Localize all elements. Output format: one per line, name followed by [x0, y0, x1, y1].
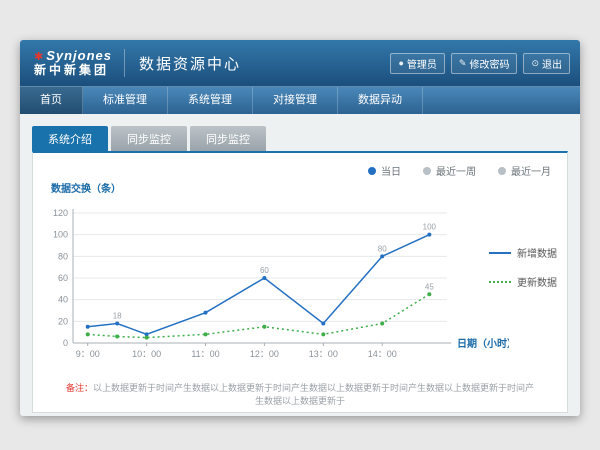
svg-text:20: 20 [58, 316, 68, 326]
radio-dot-icon [498, 167, 506, 175]
legend-update-data-label: 更新数据 [517, 274, 557, 289]
svg-text:40: 40 [58, 295, 68, 305]
user-icon: ● [398, 58, 403, 68]
tab-sync-monitor-1[interactable]: 同步监控 [111, 126, 187, 151]
brand-name: ✱Synjones [34, 49, 112, 63]
nav-item-home[interactable]: 首页 [20, 87, 83, 114]
svg-text:9：00: 9：00 [76, 349, 100, 359]
brand-star-icon: ✱ [34, 51, 44, 63]
change-password-button[interactable]: ✎ 修改密码 [451, 53, 518, 74]
tab-system-intro[interactable]: 系统介绍 [32, 126, 108, 151]
svg-text:13：00: 13：00 [309, 349, 338, 359]
header-actions: ● 管理员 ✎ 修改密码 ⊙ 退出 [390, 53, 570, 74]
footnote: 备注：以上数据更新于时间产生数据以上数据更新于时间产生数据以上数据更新于时间产生… [33, 381, 567, 407]
app-window: ✱Synjones 新中新集团 数据资源中心 ● 管理员 ✎ 修改密码 ⊙ 退出… [20, 40, 580, 416]
nav-item-connect-mgmt[interactable]: 对接管理 [253, 87, 338, 114]
tab-sync-monitor-2[interactable]: 同步监控 [190, 126, 266, 151]
series-legend: 新增数据 更新数据 [489, 245, 557, 289]
legend-new-data-label: 新增数据 [517, 245, 557, 260]
brand-subtitle: 新中新集团 [34, 64, 112, 77]
legend-option-today-label: 当日 [381, 163, 401, 178]
legend-option-last-week[interactable]: 最近一周 [423, 163, 476, 178]
svg-text:60: 60 [58, 273, 68, 283]
chart-area: 0 20 40 60 80 100 120 9：00 10：00 11：00 12：00 13：00 1… [33, 199, 567, 369]
period-legend: 当日 最近一周 最近一月 [33, 153, 567, 178]
logout-label: 退出 [542, 56, 562, 71]
legend-option-last-month[interactable]: 最近一月 [498, 163, 551, 178]
nav-item-system-mgmt[interactable]: 系统管理 [168, 87, 253, 114]
y-axis-title: 数据交换（条） [51, 180, 567, 195]
nav-item-data-change[interactable]: 数据异动 [338, 87, 423, 114]
chart-panel: 当日 最近一周 最近一月 数据交换（条） 0 20 40 60 80 100 120 9：00… [32, 151, 568, 413]
radio-dot-icon [368, 167, 376, 175]
line-chart: 0 20 40 60 80 100 120 9：00 10：00 11：00 12：00 13：00 1… [39, 199, 509, 369]
solid-line-icon [489, 252, 511, 254]
svg-text:45: 45 [425, 282, 434, 291]
dotted-line-icon [489, 281, 511, 283]
admin-button-label: 管理员 [407, 56, 437, 71]
svg-text:100: 100 [423, 223, 437, 232]
page-title: 数据资源中心 [139, 53, 241, 74]
power-icon: ⊙ [531, 58, 539, 69]
svg-text:11：00: 11：00 [191, 349, 219, 359]
svg-text:0: 0 [63, 338, 68, 348]
legend-option-last-month-label: 最近一月 [511, 163, 551, 178]
svg-text:100: 100 [53, 230, 68, 240]
svg-text:120: 120 [53, 208, 68, 218]
legend-option-today[interactable]: 当日 [368, 163, 401, 178]
main-nav: 首页 标准管理 系统管理 对接管理 数据异动 [20, 86, 580, 114]
svg-text:12：00: 12：00 [250, 349, 279, 359]
admin-button[interactable]: ● 管理员 [390, 53, 444, 74]
radio-dot-icon [423, 167, 431, 175]
app-header: ✱Synjones 新中新集团 数据资源中心 ● 管理员 ✎ 修改密码 ⊙ 退出 [20, 40, 580, 86]
tab-bar: 系统介绍 同步监控 同步监控 [32, 126, 568, 151]
logout-button[interactable]: ⊙ 退出 [523, 53, 570, 74]
legend-update-data[interactable]: 更新数据 [489, 274, 557, 289]
svg-text:日期（小时）: 日期（小时） [457, 337, 509, 350]
brand-logo: ✱Synjones 新中新集团 [30, 49, 125, 76]
legend-new-data[interactable]: 新增数据 [489, 245, 557, 260]
svg-text:60: 60 [260, 266, 269, 275]
footnote-label: 备注： [66, 383, 93, 393]
svg-text:80: 80 [58, 251, 68, 261]
footnote-text: 以上数据更新于时间产生数据以上数据更新于时间产生数据以上数据更新于时间产生数据以… [93, 383, 534, 406]
nav-item-standard-mgmt[interactable]: 标准管理 [83, 87, 168, 114]
edit-icon: ✎ [459, 58, 467, 69]
legend-option-last-week-label: 最近一周 [436, 163, 476, 178]
change-password-label: 修改密码 [469, 56, 509, 71]
svg-text:18: 18 [113, 312, 122, 321]
svg-text:80: 80 [378, 244, 387, 253]
svg-text:10：00: 10：00 [132, 349, 161, 359]
brand-name-text: Synjones [46, 48, 112, 63]
svg-text:14：00: 14：00 [368, 349, 397, 359]
